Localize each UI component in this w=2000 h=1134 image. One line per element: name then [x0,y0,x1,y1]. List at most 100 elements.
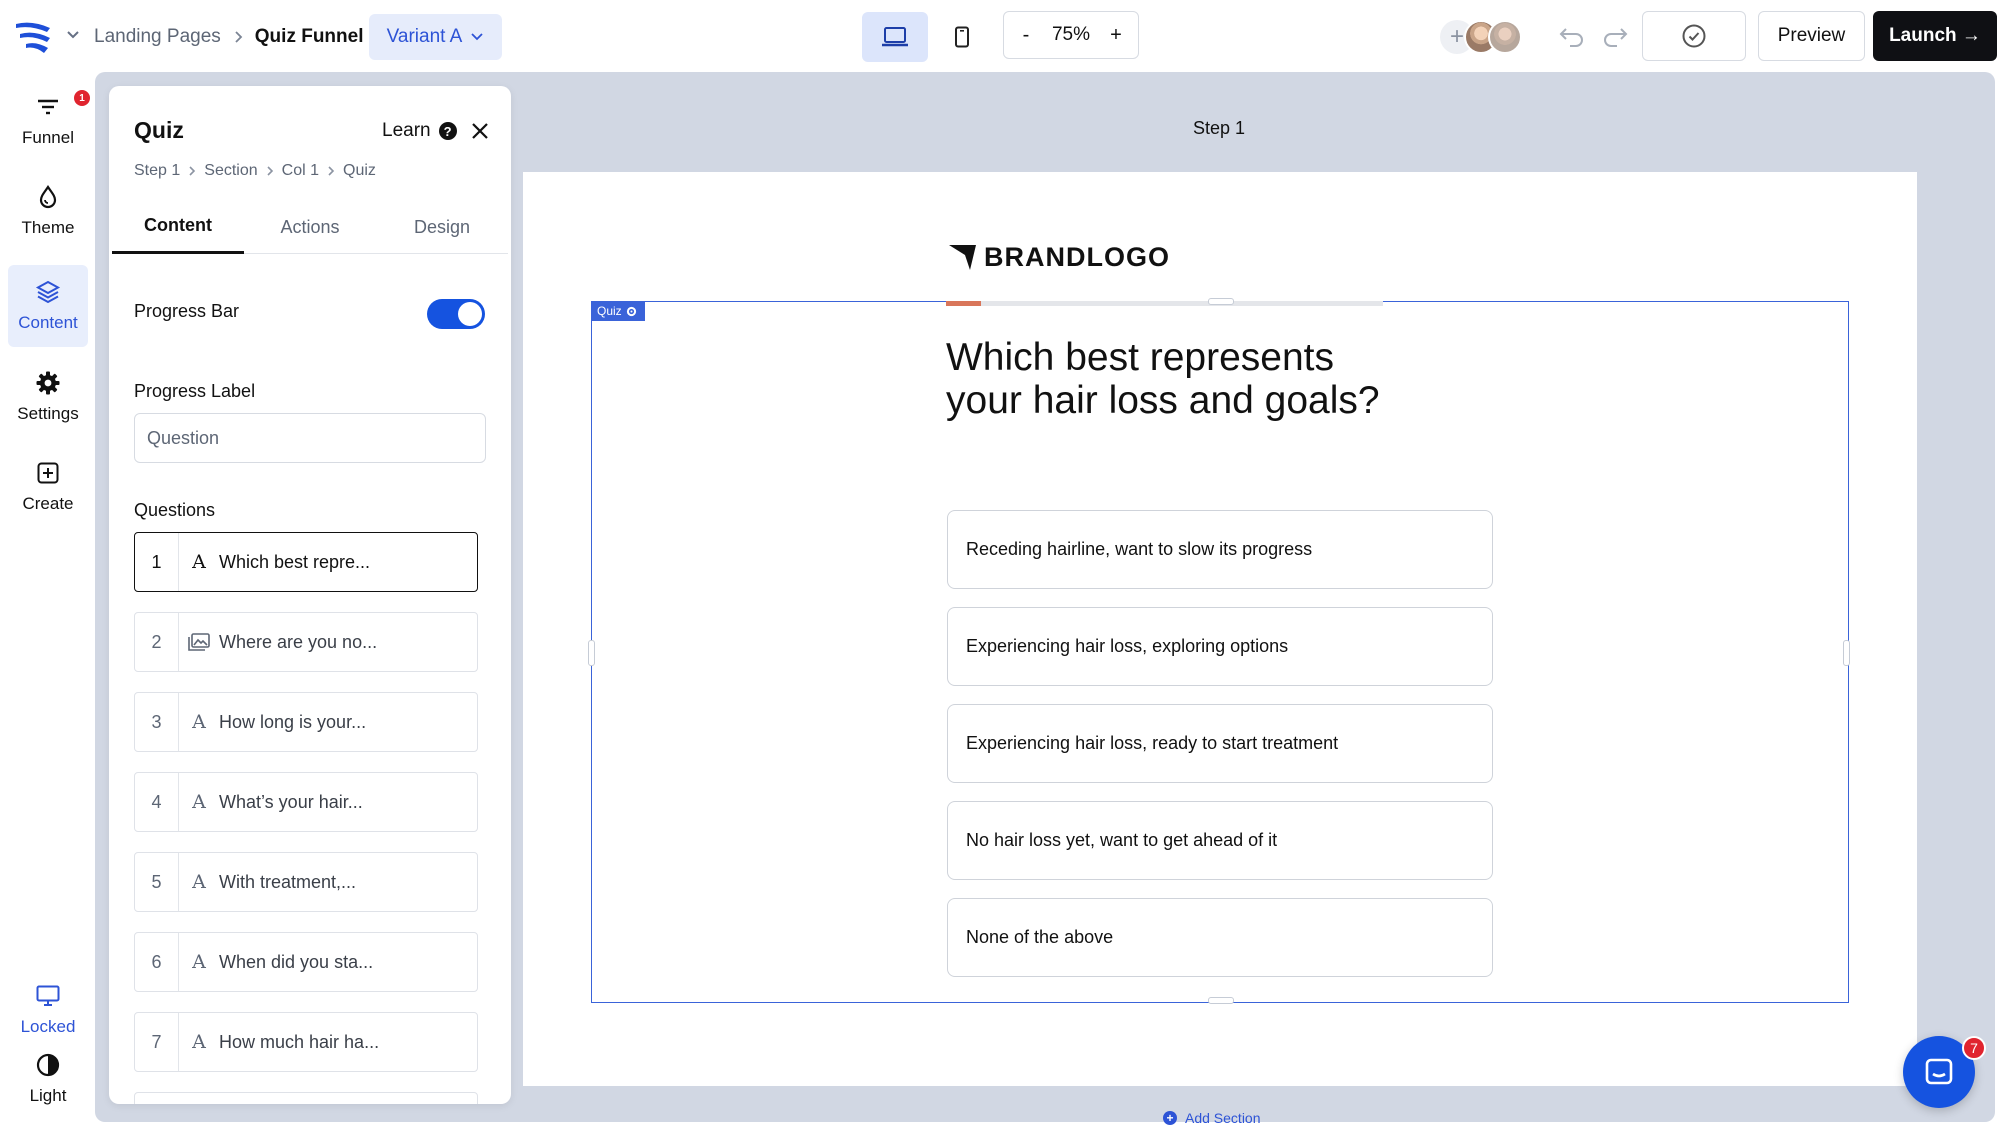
resize-handle-left[interactable] [588,640,595,666]
question-item[interactable]: 6 A When did you sta... [134,932,478,992]
text-icon: A [192,871,206,893]
plus-circle-icon: + [1163,1111,1177,1125]
redo-icon[interactable] [1599,20,1631,52]
question-item[interactable]: 4 A What’s your hair... [134,772,478,832]
progress-bar-label: Progress Bar [134,301,240,321]
rail-item-settings[interactable]: Settings [8,356,88,438]
breadcrumb-quiz-funnel[interactable]: Quiz Funnel [255,26,364,48]
rail-item-light[interactable]: Light [8,1038,88,1120]
rail-item-label: Settings [17,404,79,423]
help-icon: ? [438,122,457,140]
text-icon: A [192,951,206,973]
chevron-right-icon [231,30,245,44]
rail-item-create[interactable]: Create [8,446,88,528]
rail-item-label: Funnel [22,128,74,147]
image-icon [179,633,219,651]
chat-notification-badge: 7 [1962,1036,1986,1060]
question-number: 5 [135,853,179,911]
question-text: Which best repre... [219,551,371,572]
rail-item-theme[interactable]: Theme [8,170,88,252]
panel-crumb-col[interactable]: Col 1 [282,162,319,180]
zoom-value: 75% [1051,24,1091,45]
progress-label-input[interactable] [134,413,486,463]
question-number: 7 [135,1013,179,1071]
rail-item-label: Light [29,1086,67,1105]
contrast-icon [36,1053,60,1077]
quiz-tag-label: Quiz [597,304,622,318]
quiz-option[interactable]: Experiencing hair loss, exploring option… [947,607,1493,686]
question-text: With treatment,... [219,871,357,892]
brand-logo-text: BRANDLOGO [984,241,1170,272]
undo-icon[interactable] [1556,20,1588,52]
add-section-button[interactable]: + Add Section [1163,1110,1261,1126]
avatar[interactable] [1488,20,1522,54]
question-text: How much hair ha... [219,1031,380,1052]
learn-link[interactable]: Learn ? [382,120,457,142]
variant-selector[interactable]: Variant A [369,14,502,60]
learn-label: Learn [382,120,431,141]
app-logo-icon[interactable] [14,18,54,56]
quiz-question-title[interactable]: Which best represents your hair loss and… [946,336,1406,422]
plus-square-icon [37,462,59,484]
panel-crumb-section[interactable]: Section [204,162,257,180]
rail-item-label: Content [18,313,78,332]
chevron-down-icon[interactable] [64,26,82,44]
questions-label: Questions [134,500,216,520]
question-text: How long is your... [219,711,367,732]
desktop-view-button[interactable] [862,12,928,62]
rail-item-label: Locked [20,1017,76,1036]
tab-actions[interactable]: Actions [244,200,376,254]
question-item[interactable]: 7 A How much hair ha... [134,1012,478,1072]
panel-crumb-step[interactable]: Step 1 [134,162,180,180]
panel-crumb-quiz[interactable]: Quiz [343,162,376,180]
resize-handle-top[interactable] [1208,298,1234,305]
rail-item-content[interactable]: Content [8,265,88,347]
zoom-in-button[interactable]: + [1106,24,1126,47]
panel-breadcrumb: Step 1 Section Col 1 Quiz [134,162,376,180]
tab-content[interactable]: Content [112,200,244,254]
resize-handle-bottom[interactable] [1208,997,1234,1004]
notification-badge: 1 [74,90,90,106]
question-item[interactable]: 5 A With treatment,... [134,852,478,912]
quiz-option[interactable]: None of the above [947,898,1493,977]
chevron-right-icon [186,165,198,177]
tab-design[interactable]: Design [376,200,508,254]
gear-icon [36,371,60,395]
collaborators: + [1440,18,1522,56]
layers-icon [35,280,61,304]
laptop-icon [882,27,908,47]
panel-tabs: Content Actions Design [112,200,508,254]
variant-label: Variant A [386,26,463,47]
breadcrumb-landing-pages[interactable]: Landing Pages [94,26,221,48]
question-item[interactable]: 2 Where are you no... [134,612,478,672]
question-number: 2 [135,613,179,671]
quiz-element-tag[interactable]: Quiz [591,301,645,321]
rail-item-label: Create [22,494,74,513]
question-item[interactable] [134,1092,478,1104]
brand-logo[interactable]: BRANDLOGO [948,242,1170,272]
breadcrumb: Landing Pages Quiz Funnel [94,0,364,74]
drop-icon [39,185,57,209]
left-rail: Funnel 1 Theme Content Settings Create L… [0,72,95,1134]
text-icon: A [192,551,206,573]
check-button[interactable] [1642,11,1746,61]
monitor-icon [36,985,60,1006]
text-icon: A [192,1031,206,1053]
close-icon[interactable] [469,120,491,142]
question-item[interactable]: 3 A How long is your... [134,692,478,752]
resize-handle-right[interactable] [1843,640,1850,666]
quiz-option[interactable]: No hair loss yet, want to get ahead of i… [947,801,1493,880]
quiz-option[interactable]: Receding hairline, want to slow its prog… [947,510,1493,589]
question-text: What’s your hair... [219,791,363,812]
launch-button[interactable]: Launch → [1873,11,1997,61]
funnel-icon [38,99,58,115]
question-item[interactable]: 1 A Which best repre... [134,532,478,592]
progress-bar-toggle[interactable] [427,299,485,329]
zoom-out-button[interactable]: - [1016,24,1036,47]
preview-button[interactable]: Preview [1758,11,1865,61]
quiz-option[interactable]: Experiencing hair loss, ready to start t… [947,704,1493,783]
question-number: 4 [135,773,179,831]
mobile-view-button[interactable] [941,12,983,62]
chat-icon [1925,1058,1953,1085]
toggle-knob [458,302,482,326]
